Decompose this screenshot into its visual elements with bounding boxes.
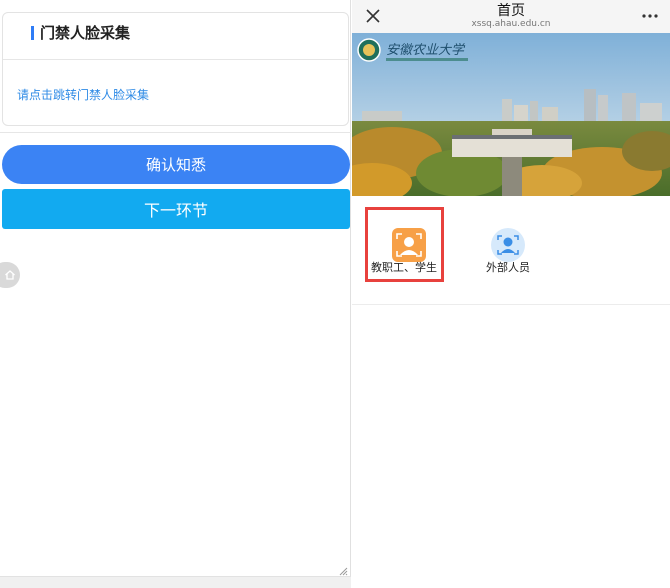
webview-topbar: 首页 xssq.ahau.edu.cn xyxy=(352,0,670,33)
option-label-staff-student: 教职工、学生 xyxy=(371,261,437,274)
card-header: 门禁人脸采集 xyxy=(3,13,348,60)
resize-grip-icon[interactable] xyxy=(338,566,348,576)
next-step-button[interactable]: 下一环节 xyxy=(2,189,350,229)
option-visitor[interactable]: 外部人员 xyxy=(468,210,548,282)
page-url: xssq.ahau.edu.cn xyxy=(471,19,551,29)
campus-banner-image: 安徽农业大学 xyxy=(352,33,670,196)
face-collection-link[interactable]: 请点击跳转门禁人脸采集 xyxy=(17,87,149,103)
right-pane: 首页 xssq.ahau.edu.cn 安徽农业大学 教职工、学生 外部人员 xyxy=(352,0,670,588)
visitor-face-icon xyxy=(491,228,525,262)
home-icon xyxy=(5,270,15,280)
title-accent-bar xyxy=(31,26,34,40)
section-title: 门禁人脸采集 xyxy=(40,24,131,42)
svg-text:安徽农业大学: 安徽农业大学 xyxy=(386,42,466,58)
confirm-button[interactable]: 确认知悉 xyxy=(2,145,350,184)
staff-face-icon xyxy=(392,228,426,262)
left-pane: 门禁人脸采集 请点击跳转门禁人脸采集 确认知悉 下一环节 xyxy=(0,0,351,588)
home-float-button[interactable] xyxy=(0,262,20,288)
identity-options: 教职工、学生 外部人员 xyxy=(352,196,670,305)
divider xyxy=(0,132,351,133)
bottom-bar xyxy=(0,576,351,588)
more-icon[interactable] xyxy=(640,8,660,24)
option-staff-student[interactable]: 教职工、学生 xyxy=(364,210,444,282)
option-label-visitor: 外部人员 xyxy=(486,261,530,274)
face-collection-card: 门禁人脸采集 请点击跳转门禁人脸采集 xyxy=(2,12,349,126)
page-title: 首页 xyxy=(497,3,525,19)
